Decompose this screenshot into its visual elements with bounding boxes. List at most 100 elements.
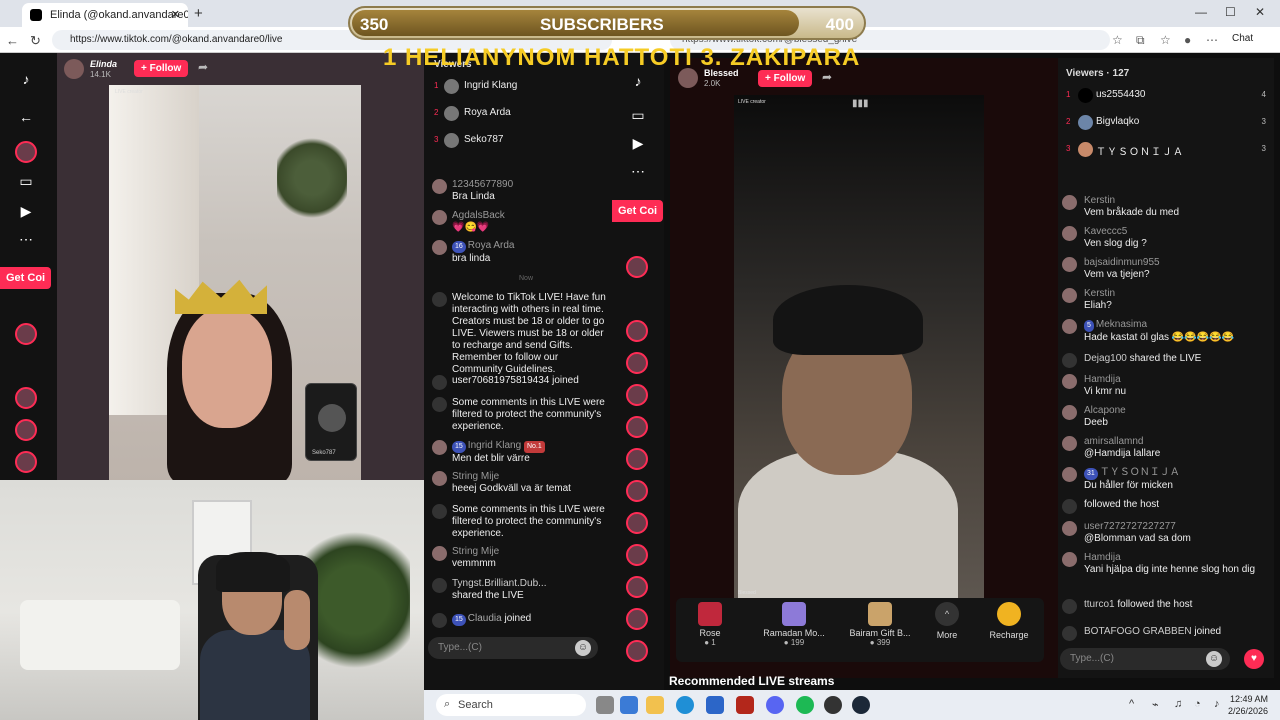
profile-icon[interactable]: ●	[1184, 33, 1191, 47]
copilot-icon[interactable]	[620, 696, 638, 714]
follow-button[interactable]: + Follow	[134, 60, 189, 77]
chat-input[interactable]: Type...(C)	[1060, 648, 1230, 670]
viewer-row[interactable]: 3 ＴＹＳＯＮＩＪＡ 3	[1066, 140, 1266, 160]
sidebar-live-avatar[interactable]	[626, 512, 648, 534]
more-icon[interactable]: ⋯	[626, 159, 650, 183]
tiktok-logo-icon[interactable]: ♪	[626, 69, 650, 93]
streamer-cap	[773, 285, 923, 355]
play-icon[interactable]: ▶	[14, 199, 38, 223]
wifi-icon[interactable]: ◔	[1194, 698, 1201, 710]
sidebar-live-avatar[interactable]	[15, 451, 37, 473]
new-tab-button[interactable]: +	[194, 5, 203, 22]
taskbar-search[interactable]: ⌕ Search	[436, 694, 586, 716]
close-tab-icon[interactable]: ✕	[171, 8, 180, 21]
tiktok-logo-icon[interactable]: ♪	[14, 67, 38, 91]
sidebar-live-avatar[interactable]	[626, 352, 648, 374]
reload-icon[interactable]: ↻	[30, 33, 41, 49]
follow-button[interactable]: + Follow	[758, 70, 813, 87]
live-creator-tag: LIVE creator	[115, 89, 143, 95]
join-icon	[432, 375, 447, 390]
sidebar-live-avatar[interactable]	[626, 640, 648, 662]
spotify-icon[interactable]	[796, 696, 814, 714]
get-coins-button[interactable]: Get Coi	[612, 200, 664, 222]
obs-icon[interactable]	[824, 696, 842, 714]
chat-message: Hamdija Vi kmr nu	[1062, 374, 1268, 398]
extensions-icon[interactable]: ⧉	[1136, 33, 1145, 48]
browser-tab[interactable]: Elinda (@okand.anvandare0) is ✕	[22, 3, 188, 27]
gift-bar: Rose ● 1 Ramadan Mo... ● 199 Bairam Gift…	[676, 598, 1044, 662]
viewer-row[interactable]: 3 Seko787	[434, 131, 604, 151]
tray-chevron-icon[interactable]: ^	[1129, 698, 1134, 710]
sidebar-live-avatar[interactable]	[15, 387, 37, 409]
tiktok-icon	[432, 504, 447, 519]
back-icon[interactable]: ←	[6, 33, 19, 48]
more-icon[interactable]: ⋯	[14, 227, 38, 251]
taskbar-clock[interactable]: 12:49 AM 2/26/2026	[1228, 693, 1268, 717]
chat-input[interactable]: Type...(C)	[428, 637, 598, 659]
share-icon[interactable]: ➦	[822, 70, 832, 84]
like-heart-icon[interactable]: ♥	[1244, 649, 1264, 669]
avatar	[1062, 626, 1077, 641]
discord-icon[interactable]	[766, 696, 784, 714]
chat-message: Kaveccc5 Ven slog dig ?	[1062, 226, 1268, 250]
chat-button[interactable]: Chat	[1232, 33, 1253, 44]
ramadan-gift-icon	[782, 602, 806, 626]
emoji-icon[interactable]: ☺	[1206, 651, 1222, 667]
more-gifts-button[interactable]: ^ More	[912, 602, 982, 640]
star-icon[interactable]: ☆	[1112, 33, 1123, 47]
sidebar-live-avatar[interactable]	[15, 323, 37, 345]
sidebar-live-avatar[interactable]	[626, 608, 648, 630]
network-icon[interactable]: ⌁	[1152, 698, 1159, 711]
sidebar-live-avatar[interactable]	[626, 320, 648, 342]
avatar	[1062, 353, 1077, 368]
store-icon[interactable]	[706, 696, 724, 714]
close-window-icon[interactable]: ✕	[1255, 5, 1265, 19]
minimize-icon[interactable]: —	[1195, 5, 1207, 19]
sidebar-live-avatar[interactable]	[626, 256, 648, 278]
tab-title: Elinda (@okand.anvandare0) is	[50, 9, 188, 21]
viewer-row[interactable]: 2 Roya Arda	[434, 104, 604, 124]
mic-icon[interactable]: ♫	[1174, 698, 1182, 710]
menu-icon[interactable]: ⋯	[1206, 33, 1218, 47]
sidebar-avatar[interactable]	[15, 141, 37, 163]
sidebar-live-avatar[interactable]	[626, 576, 648, 598]
viewer-row[interactable]: 2 Bigvlaqko 3	[1066, 113, 1266, 133]
avatar	[1062, 319, 1077, 334]
volume-icon[interactable]: ♪	[1214, 698, 1220, 710]
video-icon[interactable]: ▭	[14, 169, 38, 193]
rose-icon	[698, 602, 722, 626]
goal-title: SUBSCRIBERS	[540, 15, 664, 34]
sidebar-live-avatar[interactable]	[626, 544, 648, 566]
left-chat-panel: Viewers 1 Ingrid Klang 2 Roya Arda 3 Seko78…	[424, 53, 612, 690]
get-coins-button[interactable]: Get Coi	[0, 267, 52, 289]
play-icon[interactable]: ▶	[626, 131, 650, 155]
cam-label: Blessed	[738, 590, 756, 596]
recharge-button[interactable]: Recharge	[974, 602, 1044, 640]
gift-ramadan[interactable]: Ramadan Mo... ● 199	[754, 602, 834, 647]
favorites-icon[interactable]: ☆	[1160, 33, 1171, 47]
viewer-row[interactable]: 1 Ingrid Klang	[434, 77, 604, 97]
gift-rose[interactable]: Rose ● 1	[670, 602, 750, 647]
avatar	[444, 133, 459, 148]
edge-icon[interactable]	[676, 696, 694, 714]
viewer-row[interactable]: 1 us2554430 4	[1066, 86, 1266, 106]
sidebar-live-avatar[interactable]	[626, 416, 648, 438]
emoji-icon[interactable]: ☺	[575, 640, 591, 656]
sidebar-live-avatar[interactable]	[15, 419, 37, 441]
task-view-icon[interactable]	[596, 696, 614, 714]
maximize-icon[interactable]: ☐	[1225, 5, 1236, 19]
host-avatar[interactable]	[64, 59, 84, 79]
video-icon[interactable]: ▭	[626, 103, 650, 127]
share-icon[interactable]: ➦	[198, 60, 208, 74]
guest-pip[interactable]: Seko787	[305, 383, 357, 461]
share-message: Tyngst.Brilliant.Dub... shared the LIVE	[432, 578, 608, 602]
avatar	[1062, 288, 1077, 303]
sidebar-live-avatar[interactable]	[626, 384, 648, 406]
acrobat-icon[interactable]	[736, 696, 754, 714]
steam-icon[interactable]	[852, 696, 870, 714]
gift-bairam[interactable]: Bairam Gift B... ● 399	[840, 602, 920, 647]
back-arrow-icon[interactable]: ←	[14, 105, 38, 129]
sidebar-live-avatar[interactable]	[626, 480, 648, 502]
file-explorer-icon[interactable]	[646, 696, 664, 714]
sidebar-live-avatar[interactable]	[626, 448, 648, 470]
